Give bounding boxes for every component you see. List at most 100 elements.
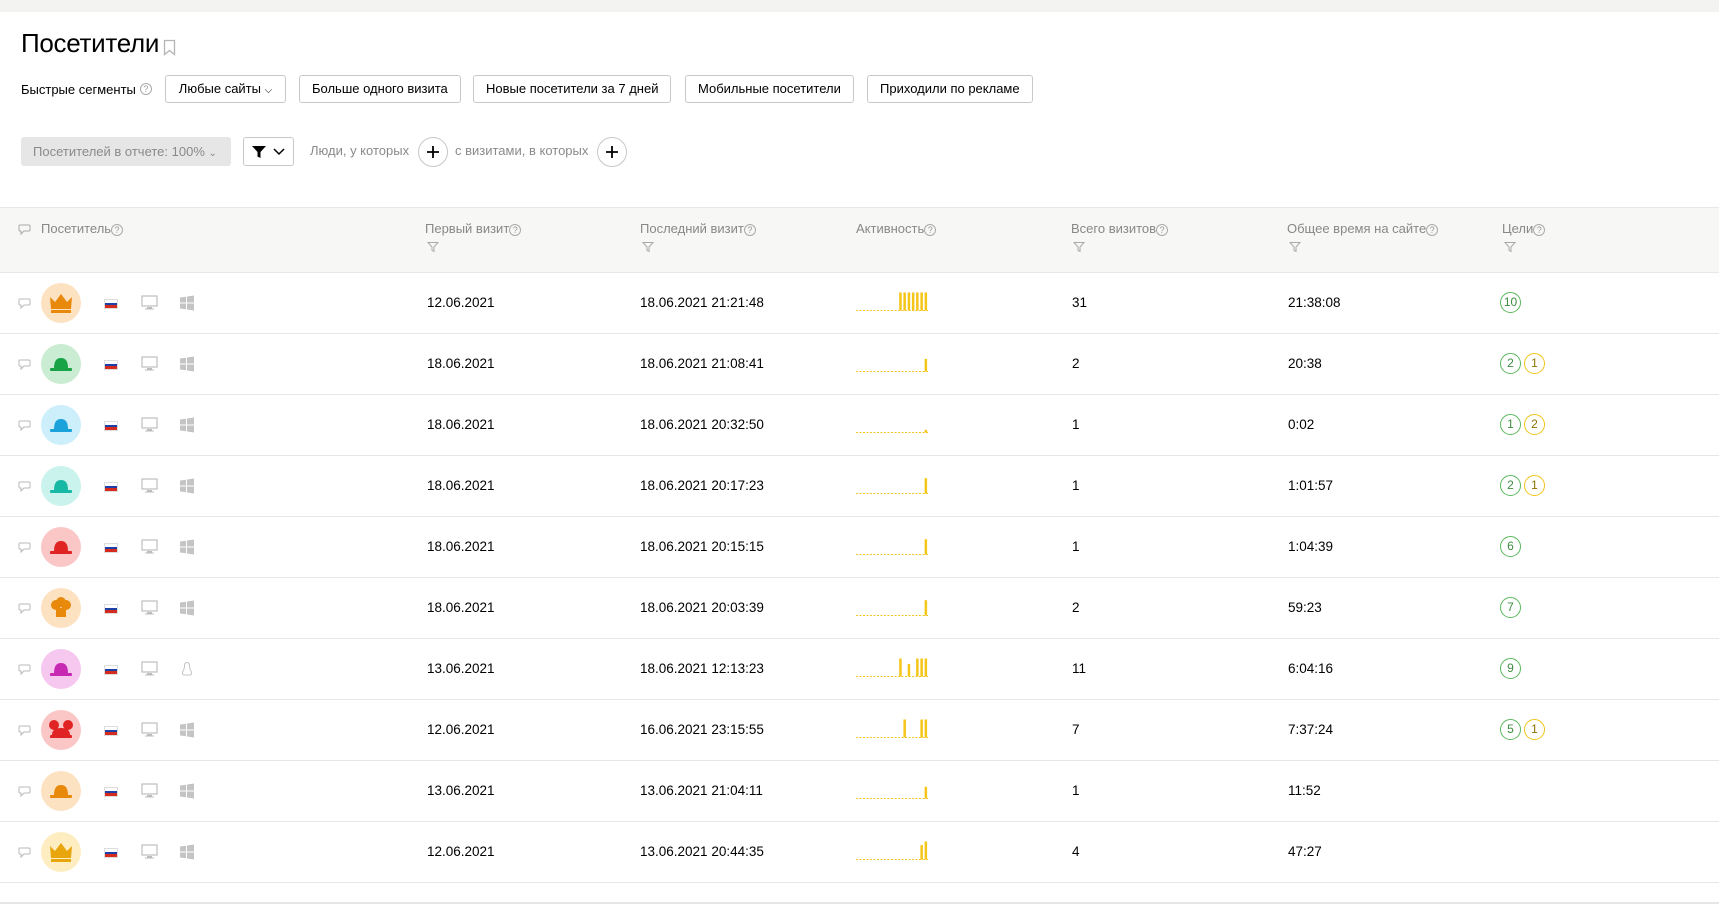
goal-badge[interactable]: 1 (1500, 414, 1521, 435)
avatar[interactable] (41, 771, 81, 811)
table-row[interactable]: 12.06.2021 18.06.2021 21:21:48 31 21:38:… (0, 273, 1719, 334)
hat-avatar-icon (50, 541, 72, 554)
avatar[interactable] (41, 832, 81, 872)
goal-badge[interactable]: 2 (1524, 414, 1545, 435)
visits-filter-label: с визитами, в которых (455, 143, 589, 158)
linux-icon (181, 661, 193, 676)
first-visit-cell: 18.06.2021 (427, 600, 495, 615)
desktop-icon (141, 417, 158, 432)
column-activity[interactable]: Активность? (856, 221, 937, 236)
add-people-filter-button[interactable] (418, 137, 448, 167)
windows-icon (180, 478, 194, 494)
add-visits-filter-button[interactable] (597, 137, 627, 167)
filter-dropdown[interactable] (243, 137, 294, 166)
column-total-time[interactable]: Общее время на сайте? (1287, 221, 1439, 236)
goal-badge[interactable]: 6 (1500, 536, 1521, 557)
comment-icon[interactable] (18, 481, 31, 492)
comment-icon[interactable] (18, 603, 31, 614)
avatar[interactable] (41, 283, 81, 323)
table-row[interactable]: 12.06.2021 13.06.2021 20:44:35 4 47:27 (0, 822, 1719, 883)
filter-icon[interactable] (642, 241, 654, 253)
first-visit-cell: 13.06.2021 (427, 661, 495, 676)
column-total-visits[interactable]: Всего визитов? (1071, 221, 1169, 236)
goal-badge[interactable]: 1 (1524, 475, 1545, 496)
russia-flag-icon (104, 787, 118, 797)
avatar[interactable] (41, 710, 81, 750)
avatar[interactable] (41, 588, 81, 628)
column-first-visit[interactable]: Первый визит? (425, 221, 522, 236)
total-visits-cell: 11 (1072, 661, 1087, 676)
filter-icon[interactable] (1504, 241, 1516, 253)
filter-icon[interactable] (1073, 241, 1085, 253)
comment-icon[interactable] (18, 359, 31, 370)
avatar[interactable] (41, 405, 81, 445)
help-icon[interactable]: ? (111, 223, 124, 236)
segment-any-sites-dropdown[interactable]: Любые сайты ⌵ (165, 75, 286, 103)
last-visit-cell: 18.06.2021 21:08:41 (640, 356, 764, 371)
table-row[interactable]: 13.06.2021 18.06.2021 12:13:23 11 6:04:1… (0, 639, 1719, 700)
table-row[interactable]: 12.06.2021 16.06.2021 23:15:55 7 7:37:24… (0, 700, 1719, 761)
avatar[interactable] (41, 649, 81, 689)
goal-badge[interactable]: 7 (1500, 597, 1521, 618)
help-icon[interactable]: ? (509, 223, 522, 236)
desktop-icon (141, 539, 158, 554)
avatar[interactable] (41, 527, 81, 567)
comment-icon[interactable] (18, 420, 31, 431)
filter-icon[interactable] (427, 241, 439, 253)
column-goals[interactable]: Цели? (1502, 221, 1546, 236)
goal-badge[interactable]: 1 (1524, 719, 1545, 740)
funnel-icon (252, 146, 266, 158)
goal-badge[interactable]: 9 (1500, 658, 1521, 679)
visitors-share-dropdown[interactable]: Посетителей в отчете: 100% ⌄ (21, 137, 231, 166)
goal-badge[interactable]: 1 (1524, 353, 1545, 374)
segment-came-from-ads-button[interactable]: Приходили по рекламе (867, 75, 1033, 103)
activity-bar (916, 292, 919, 311)
comment-icon[interactable] (18, 725, 31, 736)
bookmark-icon[interactable] (163, 39, 176, 56)
desktop-icon (141, 844, 158, 859)
comment-icon[interactable] (18, 298, 31, 309)
last-visit-cell: 18.06.2021 20:03:39 (640, 600, 764, 615)
segment-mobile-visitors-button[interactable]: Мобильные посетители (685, 75, 854, 103)
column-last-visit[interactable]: Последний визит? (640, 221, 756, 236)
goal-badge[interactable]: 10 (1500, 292, 1521, 313)
goal-badge[interactable]: 5 (1500, 719, 1521, 740)
activity-sparkline (856, 786, 928, 799)
filter-icon[interactable] (1289, 241, 1301, 253)
table-row[interactable]: 13.06.2021 13.06.2021 21:04:11 1 11:52 (0, 761, 1719, 822)
table-row[interactable]: 18.06.2021 18.06.2021 20:32:50 1 0:02 12 (0, 395, 1719, 456)
desktop-icon (141, 356, 158, 371)
help-icon[interactable]: ? (1533, 223, 1546, 236)
activity-sparkline (856, 358, 928, 372)
activity-bar (924, 600, 928, 616)
segment-new-visitors-7-days-button[interactable]: Новые посетители за 7 дней (473, 75, 672, 103)
russia-flag-icon (104, 726, 118, 736)
help-icon[interactable]: ? (924, 223, 937, 236)
comment-icon[interactable] (18, 847, 31, 858)
activity-bar (924, 658, 928, 677)
activity-sparkline (856, 600, 928, 616)
help-icon[interactable]: ? (743, 223, 756, 236)
table-row[interactable]: 18.06.2021 18.06.2021 21:08:41 2 20:38 2… (0, 334, 1719, 395)
table-row[interactable]: 18.06.2021 18.06.2021 20:15:15 1 1:04:39… (0, 517, 1719, 578)
comment-icon[interactable] (18, 664, 31, 675)
table-row[interactable]: 18.06.2021 18.06.2021 20:03:39 2 59:23 7 (0, 578, 1719, 639)
goal-badge[interactable]: 2 (1500, 475, 1521, 496)
segment-more-than-one-visit-button[interactable]: Больше одного визита (299, 75, 461, 103)
column-visitor[interactable]: Посетитель? (41, 221, 124, 236)
help-icon[interactable]: ? (1156, 223, 1169, 236)
activity-sparkline (856, 841, 928, 860)
help-icon[interactable]: ? (139, 83, 152, 95)
comment-icon[interactable] (18, 786, 31, 797)
avatar[interactable] (41, 466, 81, 506)
goal-badge[interactable]: 2 (1500, 353, 1521, 374)
help-icon[interactable]: ? (1426, 223, 1439, 236)
avatar[interactable] (41, 344, 81, 384)
activity-sparkline (856, 719, 928, 738)
table-row[interactable]: 18.06.2021 18.06.2021 20:17:23 1 1:01:57… (0, 456, 1719, 517)
chevron-down-icon: ⌄ (208, 148, 217, 159)
total-visits-cell: 31 (1072, 295, 1088, 310)
windows-icon (180, 600, 194, 616)
column-last-visit-label: Последний визит (640, 221, 744, 236)
comment-icon[interactable] (18, 542, 31, 553)
